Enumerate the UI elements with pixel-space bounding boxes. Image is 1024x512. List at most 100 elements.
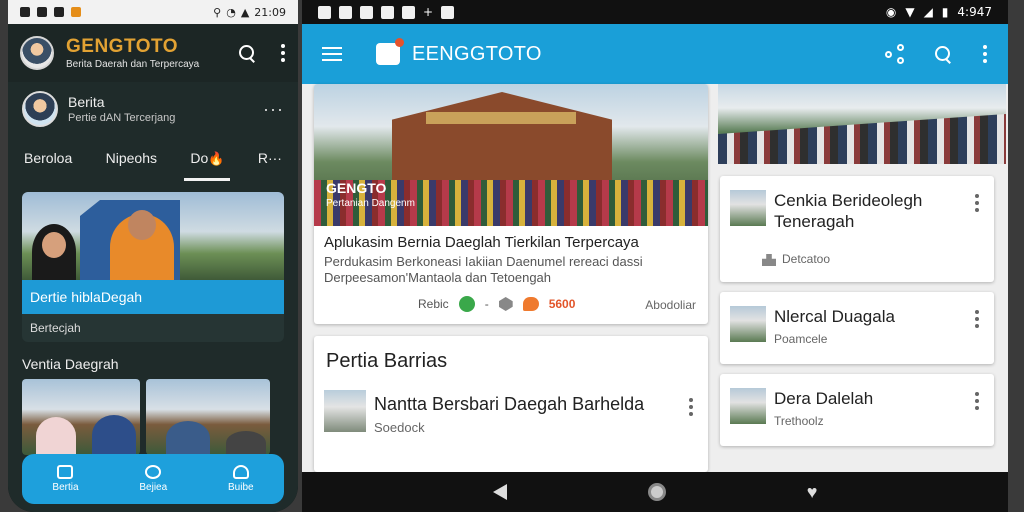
brand-tagline: Berita Daerah dan Terpercaya	[66, 59, 200, 70]
more-icon[interactable]	[280, 44, 286, 62]
hero-image: GENGTO Pertanian Dangenm	[314, 84, 708, 226]
location-icon: ⚲	[213, 5, 222, 19]
phone-status-bar: ⚲ ◔ ▲ 21:09	[8, 0, 298, 24]
video-icon	[145, 465, 162, 479]
featured-subtitle: Bertecjah	[30, 321, 81, 335]
notification-icon	[441, 5, 455, 19]
featured-image	[22, 192, 284, 280]
phone-device: ⚲ ◔ ▲ 21:09 GENGTOTO Berita Daerah dan T…	[8, 0, 298, 512]
avatar	[22, 91, 58, 127]
profile-subtitle: Pertie dAN Tercerjang	[68, 112, 176, 124]
news-source: Detcatoo	[782, 252, 831, 266]
app-title: EENGGTOTO	[412, 42, 542, 65]
alarm-icon: ◉	[885, 5, 897, 19]
menu-icon[interactable]	[322, 47, 342, 61]
share-icon[interactable]	[885, 44, 905, 64]
section-title: Pertia Barrias	[326, 350, 448, 372]
app-header: GENGTOTO Berita Daerah dan Terpercaya	[8, 24, 298, 82]
status-time: 4:947	[957, 5, 992, 19]
search-icon[interactable]	[935, 45, 952, 63]
recents-heart-icon[interactable]: ♥	[807, 482, 818, 503]
category-icon	[762, 254, 776, 266]
verified-icon	[458, 296, 475, 312]
featured-title: Dertie hiblaDegah	[22, 280, 284, 314]
hero-brand: GENGTO Pertanian Dangenm	[326, 180, 415, 209]
battery-icon: ▮	[941, 5, 949, 19]
featured-card[interactable]: Dertie hiblaDegah Bertecjah	[22, 192, 284, 342]
hero-title: Aplukasim Bernia Daeglah Tierkilan Terpe…	[324, 234, 639, 251]
side-banner-image[interactable]	[718, 84, 1006, 164]
back-icon[interactable]	[492, 484, 507, 500]
notification-icon	[71, 7, 81, 17]
news-title: Nantta Bersbari Daegah Barhelda	[374, 394, 645, 414]
hero-brand-subtitle: Pertanian Dangenm	[326, 198, 415, 209]
search-icon[interactable]	[239, 44, 256, 62]
tab-nipeohs[interactable]: Nipeohs	[106, 136, 157, 180]
side-news-card[interactable]: Dera Dalelah Trethoolz	[720, 374, 994, 446]
news-thumbnail[interactable]	[146, 379, 270, 455]
notification-icon	[381, 5, 394, 19]
people-icon	[232, 465, 249, 479]
home-icon	[57, 465, 74, 479]
nav-label: Buibe	[228, 482, 254, 493]
news-thumbnail	[730, 388, 766, 424]
tab-beroloa[interactable]: Beroloa	[24, 136, 72, 180]
notification-icon	[402, 5, 415, 19]
content-area: GENGTO Pertanian Dangenm Aplukasim Berni…	[302, 84, 1008, 472]
nav-buibe[interactable]: Buibe	[228, 465, 254, 493]
section-title: Ventia Daegrah	[22, 356, 119, 372]
wifi-icon: ◔	[226, 5, 236, 19]
more-icon[interactable]	[974, 310, 980, 328]
list-item[interactable]: Nantta Bersbari Daegah Barhelda Soedock	[324, 390, 698, 436]
news-thumbnail	[730, 190, 766, 226]
phone-app: GENGTOTO Berita Daerah dan Terpercaya Be…	[8, 24, 298, 512]
notification-icon	[318, 5, 331, 19]
profile-name: Berita	[68, 94, 105, 110]
hero-card[interactable]: GENGTO Pertanian Dangenm Aplukasim Berni…	[314, 84, 708, 324]
news-title: Dera Dalelah	[774, 389, 874, 408]
tablet-status-bar: + ◉ ▼ ◢ ▮ 4:947	[302, 0, 1008, 24]
status-time: 21:09	[254, 5, 286, 19]
side-news-card[interactable]: Nlercal Duagala Poamcele	[720, 292, 994, 364]
home-button-icon[interactable]	[647, 483, 666, 501]
more-icon[interactable]	[982, 45, 988, 63]
more-icon[interactable]	[688, 398, 694, 416]
more-icon[interactable]	[974, 194, 980, 212]
notification-icon	[54, 7, 64, 17]
tab-do-label: Do	[190, 149, 209, 166]
wifi-icon: ▼	[905, 5, 915, 19]
app-bar: EENGGTOTO	[302, 24, 1008, 84]
device-bezel	[1008, 0, 1024, 512]
notification-icon	[37, 7, 47, 17]
comment-icon[interactable]	[522, 297, 539, 311]
app-logo-avatar	[20, 36, 54, 70]
nav-bertia[interactable]: Bertia	[52, 465, 79, 493]
more-icon[interactable]	[974, 392, 980, 410]
hero-description: Perdukasim Berkoneasi Iakiian Daenumel r…	[324, 254, 643, 285]
add-icon: +	[423, 5, 434, 19]
profile-row[interactable]: Berita Pertie dAN Tercerjang ···	[8, 82, 298, 136]
side-news-card[interactable]: Cenkia Berideolegh Teneragah Detcatoo	[720, 176, 994, 282]
tab-do[interactable]: Do🔥	[184, 136, 231, 181]
news-title: Nlercal Duagala	[774, 307, 895, 326]
more-horizontal-icon[interactable]: ···	[263, 99, 284, 120]
tablet-device: + ◉ ▼ ◢ ▮ 4:947 EENGGTOTO GENGTO Pertani…	[302, 0, 1008, 512]
tab-more[interactable]: R···	[258, 136, 282, 180]
nav-bejiea[interactable]: Bejiea	[139, 465, 167, 493]
brand-title: GENGTOTO	[66, 36, 179, 57]
brand: GENGTOTO Berita Daerah dan Terpercaya	[66, 36, 199, 70]
signal-icon: ▲	[240, 5, 250, 19]
news-thumbnail[interactable]	[22, 379, 140, 455]
system-navigation-bar: ♥	[302, 472, 1008, 512]
app-logo-icon	[376, 38, 404, 65]
nav-label: Bertia	[52, 482, 79, 493]
news-source: Soedock	[374, 420, 425, 435]
latest-news-card: Pertia Barrias Nantta Bersbari Daegah Ba…	[314, 336, 708, 472]
fire-icon: 🔥	[208, 150, 225, 166]
signal-icon: ◢	[923, 5, 933, 19]
meta-label: Rebic	[418, 297, 449, 311]
notification-icon	[339, 5, 352, 19]
nav-label: Bejiea	[139, 482, 168, 493]
news-thumbnail	[324, 390, 366, 432]
hero-source: Abodoliar	[645, 298, 696, 312]
